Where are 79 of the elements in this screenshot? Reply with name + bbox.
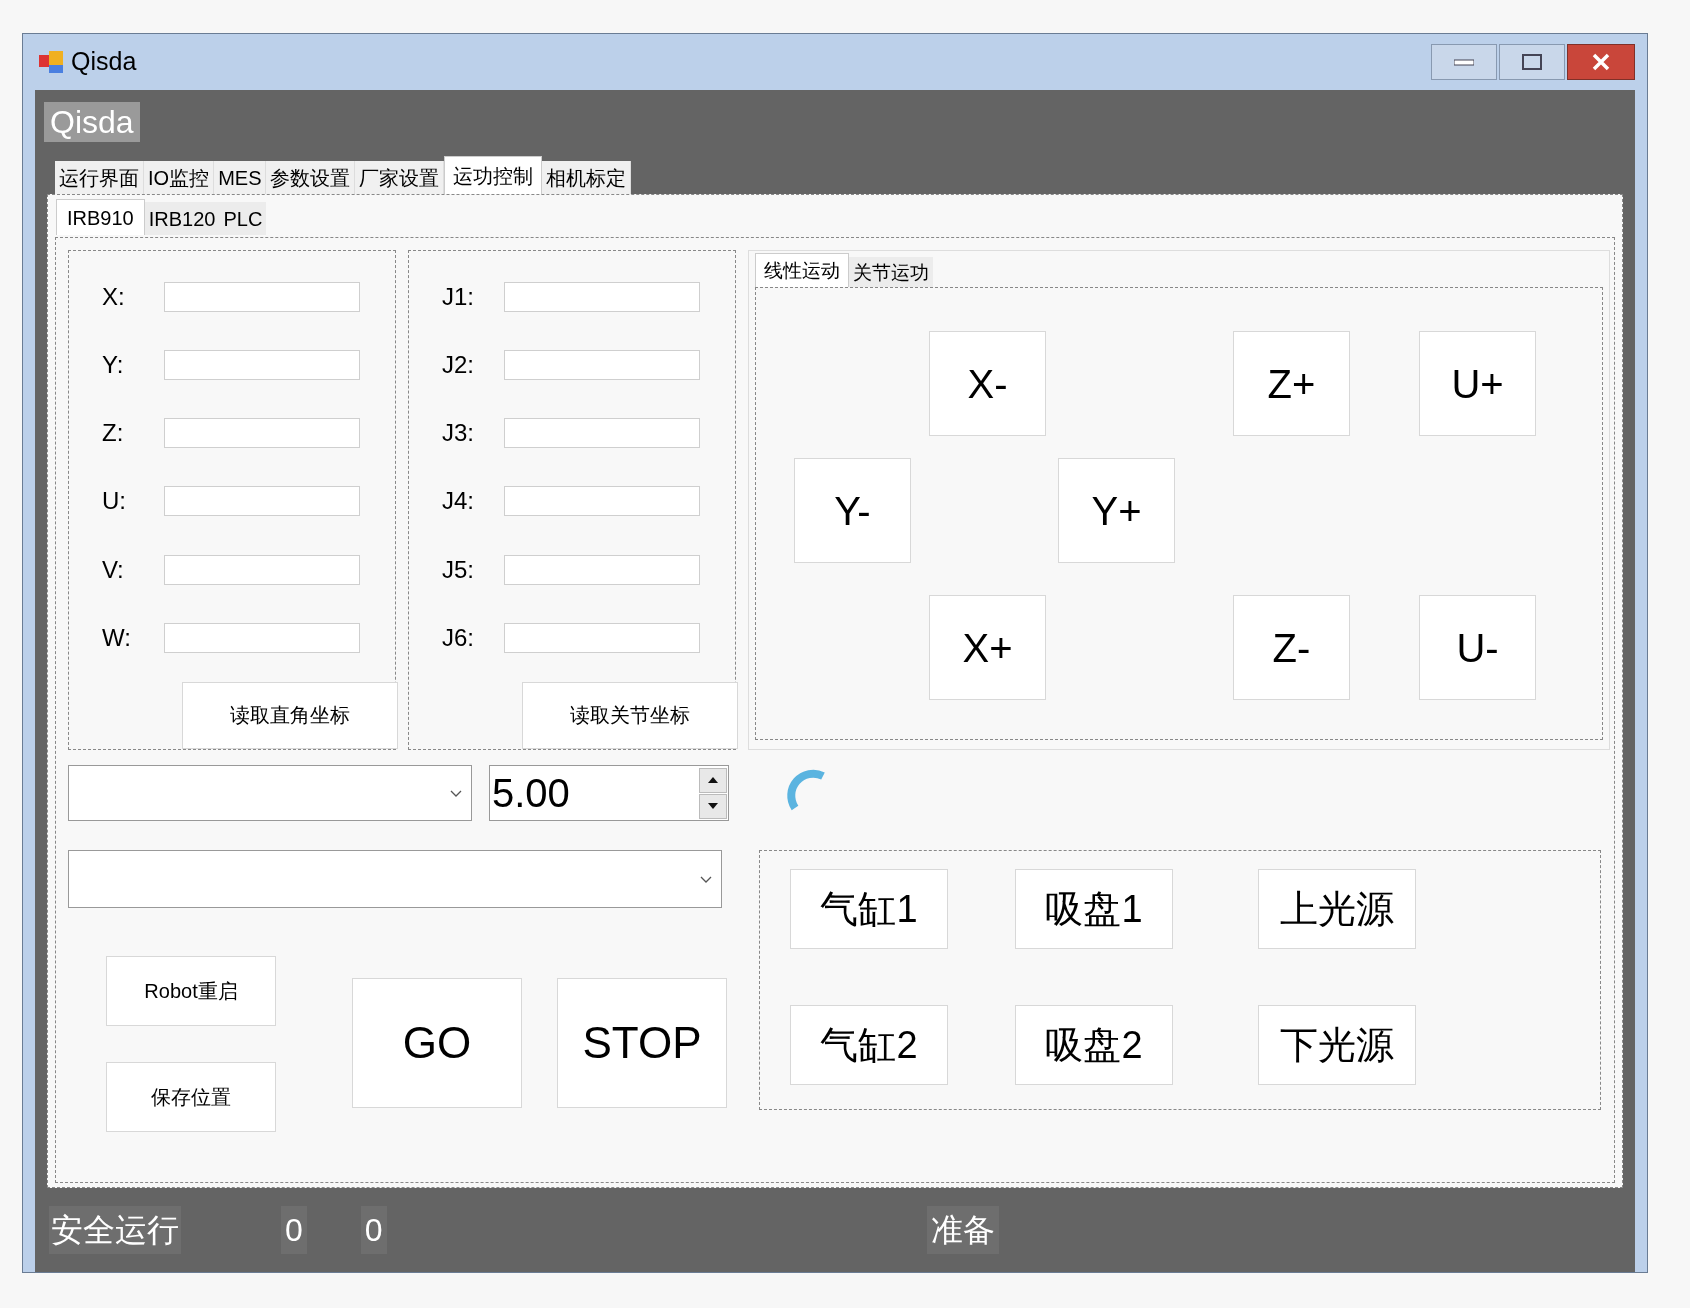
stop-button[interactable]: STOP [557,978,727,1108]
status-label: 准备 [926,1206,999,1254]
field-label: U: [102,486,127,517]
field-label: J1: [442,282,475,313]
io-button[interactable]: 吸盘2 [1015,1005,1173,1085]
field-label: V: [102,554,125,585]
tab[interactable]: 厂家设置 [355,161,445,194]
coordinate-field[interactable] [504,622,700,653]
field-label: Z: [102,418,125,449]
jog-button[interactable]: U- [1419,595,1536,700]
jog-button[interactable]: Y+ [1058,458,1175,563]
jog-button[interactable]: Z+ [1233,331,1350,436]
tab[interactable]: MES [214,161,267,194]
down-arrow-icon [708,803,718,809]
increment-button[interactable] [699,767,727,793]
chevron-down-icon [449,788,463,798]
io-button[interactable]: 气缸2 [790,1005,948,1085]
field-label: J4: [442,486,475,517]
jog-button[interactable]: U+ [1419,331,1536,436]
decrement-button[interactable] [699,793,727,819]
status-label: 安全运行 [49,1206,181,1254]
coordinate-field[interactable] [504,554,700,585]
tab[interactable]: 关节运功 [849,257,933,287]
coordinate-field[interactable] [504,486,700,517]
tab[interactable]: IO监控 [144,161,215,194]
tab[interactable]: IRB120 [144,202,220,235]
coordinate-field[interactable] [504,350,700,381]
save-position-button[interactable]: 保存位置 [106,1062,276,1132]
jog-button[interactable]: X+ [929,595,1046,700]
coordinate-field[interactable] [504,282,700,313]
minimize-icon [1454,58,1474,66]
field-label: X: [102,282,126,313]
tab[interactable]: 运行界面 [55,161,144,194]
field-label: J2: [442,350,475,381]
field-label: J3: [442,418,475,449]
jog-button[interactable]: Z- [1233,595,1350,700]
robot-restart-button[interactable]: Robot重启 [106,956,276,1026]
close-button[interactable] [1567,44,1635,80]
field-label: Y: [102,350,125,381]
close-icon [1591,53,1611,71]
read-cartesian-button[interactable]: 读取直角坐标 [182,681,398,749]
coordinate-field[interactable] [164,350,360,381]
field-label: J6: [442,622,475,653]
field-label: J5: [442,554,475,585]
tab[interactable]: 相机标定 [542,161,632,194]
io-button[interactable]: 上光源 [1258,869,1416,949]
up-arrow-icon [708,777,718,783]
minimize-button[interactable] [1431,44,1497,80]
io-button[interactable]: 吸盘1 [1015,869,1173,949]
status-count: 0 [360,1206,387,1254]
spinner-value: 5.00 [491,770,571,817]
status-count: 0 [281,1206,307,1254]
coordinate-field[interactable] [164,554,360,585]
go-button[interactable]: GO [352,978,522,1108]
maximize-button[interactable] [1499,44,1565,80]
io-button[interactable]: 下光源 [1258,1005,1416,1085]
chevron-down-icon [699,874,713,884]
maximize-icon [1522,54,1542,70]
field-label: W: [102,622,132,653]
coordinate-field[interactable] [164,486,360,517]
io-button[interactable]: 气缸1 [790,869,948,949]
dropdown-field[interactable] [68,765,472,821]
coordinate-field[interactable] [164,418,360,449]
tab[interactable]: IRB910 [56,199,145,235]
number-spinner-field[interactable]: 5.00 [489,765,729,821]
coordinate-field[interactable] [164,622,360,653]
jog-button[interactable]: Y- [794,458,911,563]
dropdown-field[interactable] [68,850,722,908]
tab[interactable]: 线性运动 [755,253,849,287]
read-joint-button[interactable]: 读取关节坐标 [522,681,738,749]
tab[interactable]: PLC [219,202,267,235]
app-logo-icon [39,49,65,75]
tab[interactable]: 参数设置 [266,161,356,194]
coordinate-field[interactable] [164,282,360,313]
header-label: Qisda [44,102,140,142]
jog-button[interactable]: X- [929,331,1046,436]
tab[interactable]: 运功控制 [444,156,543,194]
window-title: Qisda [71,46,137,78]
coordinate-field[interactable] [504,418,700,449]
